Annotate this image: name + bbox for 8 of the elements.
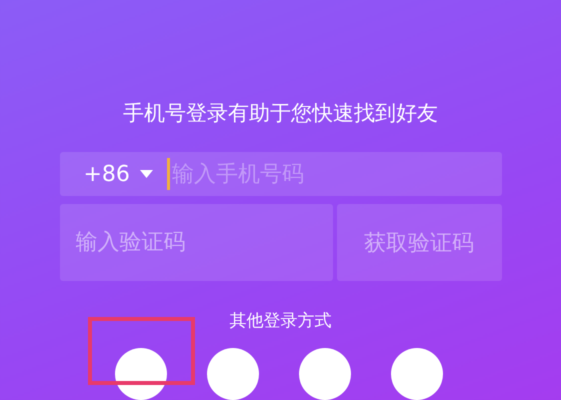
login-option-button[interactable] (390, 348, 442, 400)
other-login-label: 其他登录方式 (230, 310, 332, 332)
country-code-selector[interactable]: +86 (84, 162, 153, 186)
get-code-button[interactable]: 获取验证码 (336, 204, 502, 281)
dropdown-caret-icon[interactable] (140, 170, 153, 178)
login-hint-title: 手机号登录有助于您快速找到好友 (123, 100, 438, 127)
login-option-button[interactable] (206, 348, 258, 400)
login-option-button[interactable] (298, 348, 350, 400)
